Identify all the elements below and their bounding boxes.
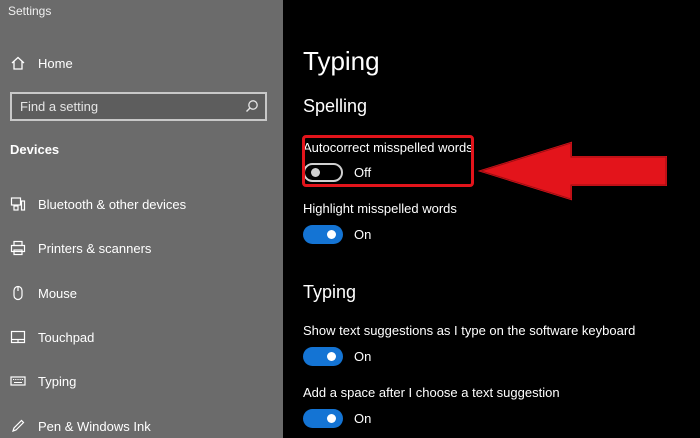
printer-icon	[10, 240, 26, 256]
typing-section-title: Typing	[303, 282, 357, 302]
home-label: Home	[38, 55, 73, 71]
add-space-label: Add a space after I choose a text sugges…	[303, 385, 560, 400]
search-box[interactable]	[10, 92, 267, 121]
spelling-section-title: Spelling	[303, 96, 368, 116]
highlight-misspelled-label: Highlight misspelled words	[303, 201, 457, 216]
search-icon[interactable]	[245, 99, 259, 113]
toggle-knob	[327, 414, 336, 423]
sidebar-item-label: Touchpad	[38, 329, 95, 345]
sidebar-item-label: Printers & scanners	[38, 240, 152, 256]
annotation-arrow-icon	[477, 141, 667, 201]
highlight-misspelled-toggle[interactable]	[303, 225, 343, 244]
main-panel: Typing Spelling Autocorrect misspelled w…	[283, 0, 700, 438]
app-title: Settings	[8, 4, 52, 18]
page-title: Typing	[303, 46, 380, 76]
sidebar-item-pen[interactable]: Pen & Windows Ink	[0, 408, 283, 438]
home-nav-item[interactable]: Home	[0, 45, 283, 81]
text-suggestions-toggle[interactable]	[303, 347, 343, 366]
toggle-knob	[327, 230, 336, 239]
home-icon	[10, 55, 26, 71]
sidebar-item-typing[interactable]: Typing	[0, 363, 283, 399]
sidebar-item-mouse[interactable]: Mouse	[0, 275, 283, 311]
sidebar-item-label: Pen & Windows Ink	[38, 418, 151, 434]
keyboard-icon	[10, 373, 26, 389]
toggle-knob	[327, 352, 336, 361]
sidebar: Settings Home Devices Bluetooth & other …	[0, 0, 283, 438]
add-space-state: On	[354, 411, 372, 426]
sidebar-item-label: Mouse	[38, 285, 78, 301]
sidebar-item-touchpad[interactable]: Touchpad	[0, 319, 283, 355]
section-title: Devices	[10, 142, 60, 157]
text-suggestions-label: Show text suggestions as I type on the s…	[303, 323, 636, 338]
sidebar-item-label: Typing	[38, 373, 77, 389]
sidebar-item-label: Bluetooth & other devices	[38, 196, 187, 212]
sidebar-item-printers[interactable]: Printers & scanners	[0, 230, 283, 266]
highlight-misspelled-state: On	[354, 227, 372, 242]
annotation-highlight-box	[302, 135, 474, 187]
add-space-toggle[interactable]	[303, 409, 343, 428]
search-input[interactable]	[12, 94, 232, 119]
mouse-icon	[10, 285, 26, 301]
sidebar-item-bluetooth[interactable]: Bluetooth & other devices	[0, 186, 283, 222]
touchpad-icon	[10, 329, 26, 345]
pen-icon	[10, 418, 26, 434]
text-suggestions-state: On	[354, 349, 372, 364]
bluetooth-devices-icon	[10, 196, 26, 212]
